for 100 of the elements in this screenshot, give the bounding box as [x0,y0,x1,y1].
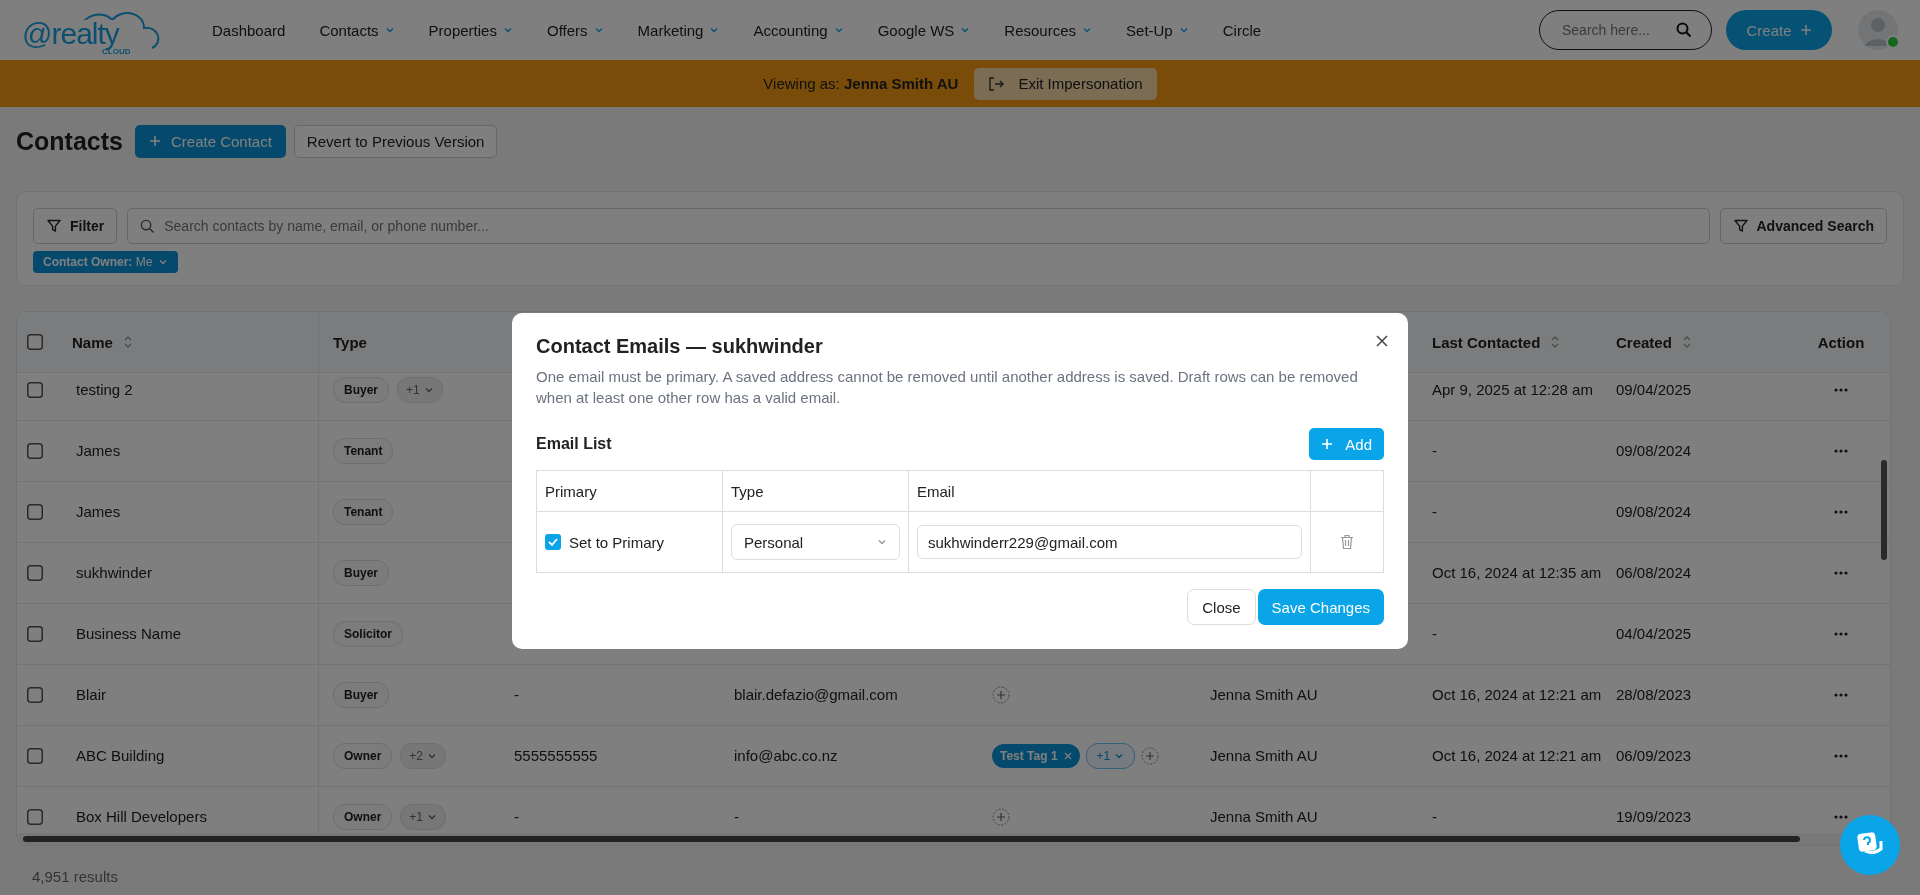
column-header: Email [917,482,955,500]
more-icon[interactable] [1834,571,1848,575]
column-header[interactable]: Created [1616,333,1692,351]
close-icon[interactable] [1376,335,1388,347]
impersonation-text: Viewing as: Jenna Smith AU [763,75,959,92]
caret-icon [384,25,395,35]
column-header[interactable]: Last Contacted [1432,333,1561,351]
sort-icon[interactable] [1550,334,1561,350]
save-button[interactable]: Save Changes [1257,589,1384,625]
more-icon[interactable] [1834,754,1848,758]
type-badge: Tenant [333,499,394,525]
column-header: Primary [545,482,597,500]
more-types-badge[interactable]: +1 [400,804,447,830]
create-contact-button[interactable]: Create Contact [134,124,286,158]
nav-item[interactable]: Accounting [753,21,844,39]
more-icon[interactable] [1834,693,1848,697]
close-button[interactable]: Close [1187,589,1256,625]
trash-icon[interactable] [1340,534,1354,550]
sort-icon[interactable] [122,334,133,350]
plus-icon [1799,24,1812,36]
checkbox[interactable] [27,443,43,459]
last-contacted-text: Oct 16, 2024 at 12:35 am [1432,563,1602,583]
checkbox[interactable] [27,504,43,520]
nav-item[interactable]: Offers [546,21,604,39]
vertical-scrollbar[interactable] [1881,460,1887,560]
more-icon[interactable] [1834,632,1848,636]
created-date: 04/04/2025 [1616,624,1692,644]
nav-item[interactable]: Resources [1004,21,1093,39]
checkbox[interactable] [27,565,43,581]
nav-item[interactable]: Properties [428,21,513,39]
type-dropdown[interactable]: Personal [731,524,900,560]
owner-text: Jenna Smith AU [1210,746,1318,766]
contact-name[interactable]: sukhwinder [76,563,152,583]
type-badge: Buyer [333,560,389,586]
more-icon[interactable] [1834,449,1848,453]
checkbox[interactable] [27,382,43,398]
nav-item[interactable]: Dashboard [212,21,286,39]
type-badge: Buyer [333,682,389,708]
primary-checkbox[interactable] [545,534,561,550]
add-tag-icon[interactable] [992,808,1010,826]
checkbox[interactable] [27,809,43,825]
more-icon[interactable] [1834,815,1848,819]
select-all-checkbox[interactable] [27,334,43,350]
nav-item[interactable]: Set-Up [1126,21,1189,39]
email-text: - [734,807,739,827]
created-date: 06/09/2023 [1616,746,1692,766]
contact-name[interactable]: James [76,502,121,522]
contact-name[interactable]: testing 2 [76,380,133,400]
more-icon[interactable] [1834,388,1848,392]
add-button[interactable]: Add [1309,428,1384,460]
nav-item[interactable]: Marketing [637,21,720,39]
type-badge: Solicitor [333,621,403,647]
caret-icon [1082,25,1093,35]
email-field[interactable]: sukhwinderr229@gmail.com [917,525,1302,559]
column-header: Type [333,333,367,351]
last-contacted-text: - [1432,502,1437,522]
column-header: Action [1817,333,1865,351]
nav-item[interactable]: Circle [1222,21,1262,39]
contact-name[interactable]: Blair [76,685,106,705]
section-title: Email List [536,435,612,453]
caret-icon [423,385,434,395]
advanced-search-button[interactable]: Advanced Search [1719,208,1887,244]
filter-icon [46,218,62,234]
horizontal-scrollbar[interactable] [23,836,1800,842]
revert-button[interactable]: Revert to Previous Version [293,124,498,158]
sort-icon[interactable] [1681,334,1692,350]
results-count: 4,951 results [32,868,119,885]
more-types-badge[interactable]: +2 [400,743,447,769]
created-date: 06/08/2024 [1616,563,1692,583]
column-header[interactable]: Name [72,333,133,351]
contact-name[interactable]: Business Name [76,624,182,644]
checkbox[interactable] [27,626,43,642]
more-types-badge[interactable]: +1 [397,377,443,403]
help-chat-button[interactable] [1840,815,1900,875]
exit-impersonation-button[interactable]: Exit Impersonation [974,67,1157,100]
caret-icon [960,25,971,35]
add-tag-icon[interactable] [992,686,1010,704]
filter-button[interactable]: Filter [33,208,118,244]
contact-name[interactable]: Box Hill Developers [76,807,207,827]
contact-name[interactable]: ABC Building [76,746,165,766]
checkbox[interactable] [27,687,43,703]
nav-item[interactable]: Google WS [877,21,971,39]
created-date: 28/08/2023 [1616,685,1692,705]
created-date: 09/08/2024 [1616,502,1692,522]
contact-search-field[interactable]: Search contacts by name, email, or phone number... [127,208,1710,244]
owner-text: Jenna Smith AU [1210,685,1318,705]
checkbox-label[interactable]: Set to Primary [569,533,665,551]
filter-chip[interactable]: Contact Owner: Me [33,251,179,273]
more-icon[interactable] [1834,510,1848,514]
add-tag-icon[interactable] [1141,747,1160,765]
contact-name[interactable]: James [76,441,121,461]
nav-item[interactable]: Contacts [319,21,395,39]
owner-text: Jenna Smith AU [1210,807,1318,827]
caret-icon [1178,25,1189,35]
email-text: blair.defazio@gmail.com [734,685,898,705]
checkbox[interactable] [27,748,43,764]
dialog-description: One email must be primary. A saved address cannot be removed until another address is saved. Draft rows can be removed when at least one other row has a valid email. [536,367,1359,408]
search-field[interactable]: Search here... [1539,10,1712,50]
phone-text: - [514,685,519,705]
type-badge: Owner [333,743,393,769]
